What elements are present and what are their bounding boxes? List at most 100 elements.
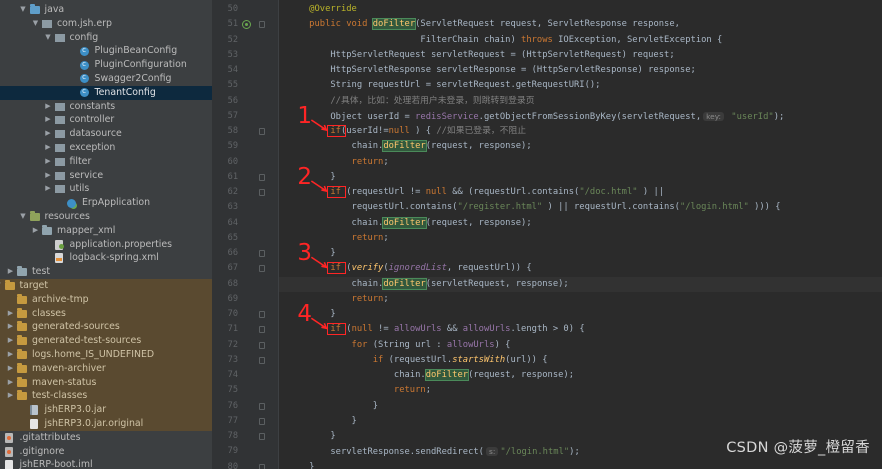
code-line[interactable]: if (requestUrl.startsWith(url)) { [279, 353, 882, 368]
tree-item-archive-tmp[interactable]: archive-tmp [0, 292, 212, 307]
tree-item-exception[interactable]: ▶ exception [0, 141, 212, 155]
chevron-down-icon[interactable]: ▼ [0, 279, 3, 293]
code-line[interactable]: FilterChain chain) throws IOException, S… [279, 33, 882, 48]
code-line[interactable]: chain.doFilter(request, response); [279, 216, 882, 231]
tree-item-pluginconfiguration[interactable]: PluginConfiguration [0, 58, 212, 72]
tree-item-swagger2config[interactable]: Swagger2Config [0, 71, 212, 86]
code-line[interactable]: return; [279, 383, 882, 398]
chevron-right-icon[interactable]: ▶ [6, 334, 15, 348]
code-line[interactable]: } [279, 414, 882, 429]
tree-item-datasource[interactable]: ▶ datasource [0, 127, 212, 141]
chevron-down-icon[interactable]: ▼ [31, 17, 40, 31]
tree-item-java[interactable]: ▼ java [0, 3, 212, 17]
chevron-right-icon[interactable]: ▶ [6, 348, 15, 362]
tree-item-gitattributes[interactable]: .gitattributes [0, 431, 212, 445]
chevron-right-icon[interactable]: ▶ [6, 389, 15, 403]
fold-marker-icon[interactable] [259, 402, 265, 410]
fold-marker-icon[interactable] [259, 21, 265, 29]
code-line[interactable]: } [279, 460, 882, 469]
tree-item-jsherp3-0-jar-original[interactable]: jshERP3.0.jar.original [0, 416, 212, 431]
tree-item-com-jsh-erp[interactable]: ▼ com.jsh.erp [0, 17, 212, 31]
tree-item-classes[interactable]: ▶ classes [0, 306, 212, 321]
tree-item-generated-sources[interactable]: ▶ generated-sources [0, 320, 212, 335]
fold-marker-icon[interactable] [259, 356, 265, 364]
chevron-right-icon[interactable]: ▶ [44, 169, 53, 183]
fold-marker-icon[interactable] [259, 417, 265, 425]
code-editor[interactable]: @Override public void doFilter(ServletRe… [279, 0, 882, 469]
chevron-right-icon[interactable]: ▶ [44, 155, 53, 169]
code-line[interactable]: } [279, 399, 882, 414]
fold-marker-icon[interactable] [259, 311, 265, 318]
code-line[interactable]: HttpServletResponse servletResponse = (H… [279, 63, 882, 78]
chevron-right-icon[interactable]: ▶ [44, 141, 53, 155]
tree-item-service[interactable]: ▶ service [0, 169, 212, 183]
tree-item-jsherp-boot-iml[interactable]: jshERP-boot.iml [0, 458, 212, 469]
tree-item-test-classes[interactable]: ▶ test-classes [0, 389, 212, 404]
chevron-right-icon[interactable]: ▶ [44, 100, 53, 114]
code-line[interactable]: if (verify(ignoredList, requestUrl)) { [279, 261, 882, 276]
fold-marker-icon[interactable] [259, 341, 265, 349]
code-line[interactable]: } [279, 246, 882, 261]
tree-item-erpapplication[interactable]: ErpApplication [0, 196, 212, 210]
chevron-right-icon[interactable]: ▶ [31, 224, 40, 238]
code-line[interactable]: if(userId!=null ) { //如果已登录，不阻止 [279, 124, 882, 139]
chevron-down-icon[interactable]: ▼ [44, 31, 53, 45]
code-line[interactable]: @Override [279, 2, 882, 17]
tree-item-jsherp3-0-jar[interactable]: jshERP3.0.jar [0, 403, 212, 417]
fold-marker-icon[interactable] [259, 173, 265, 181]
chevron-right-icon[interactable]: ▶ [6, 376, 15, 390]
code-line[interactable]: return; [279, 155, 882, 170]
tree-item-application-properties[interactable]: application.properties [0, 238, 212, 252]
tree-item-config[interactable]: ▼ config [0, 31, 212, 45]
tree-item-constants[interactable]: ▶ constants [0, 100, 212, 114]
code-line[interactable]: HttpServletRequest servletRequest = (Htt… [279, 48, 882, 63]
tree-item-maven-status[interactable]: ▶ maven-status [0, 375, 212, 390]
code-line[interactable]: return; [279, 231, 882, 246]
tree-item-gitignore[interactable]: .gitignore [0, 445, 212, 459]
fold-marker-icon[interactable] [259, 326, 265, 334]
code-line[interactable]: if (null != allowUrls && allowUrls.lengt… [279, 322, 882, 337]
code-line[interactable]: requestUrl.contains("/register.html" ) |… [279, 200, 882, 215]
fold-marker-icon[interactable] [259, 463, 265, 469]
tree-item-resources[interactable]: ▼ resources [0, 210, 212, 224]
tree-item-tenantconfig[interactable]: TenantConfig [0, 85, 212, 100]
chevron-right-icon[interactable]: ▶ [44, 127, 53, 141]
code-line[interactable]: //具体，比如：处理若用户未登录，则跳转到登录页 [279, 94, 882, 109]
tree-item-controller[interactable]: ▶ controller [0, 113, 212, 127]
code-line[interactable]: chain.doFilter(servletRequest, response)… [279, 276, 882, 292]
tree-item-filter[interactable]: ▶ filter [0, 155, 212, 169]
code-line[interactable]: chain.doFilter(request, response); [279, 368, 882, 383]
code-line[interactable]: for (String url : allowUrls) { [279, 338, 882, 353]
code-line[interactable]: if (requestUrl != null && (requestUrl.co… [279, 185, 882, 200]
tree-item-pluginbeanconfig[interactable]: PluginBeanConfig [0, 44, 212, 58]
fold-marker-icon[interactable] [259, 250, 265, 257]
code-line[interactable]: Object userId = redisService.getObjectFr… [279, 109, 882, 124]
tree-item-generated-test-sources[interactable]: ▶ generated-test-sources [0, 334, 212, 348]
override-method-icon[interactable] [242, 20, 251, 30]
code-line[interactable]: } [279, 170, 882, 185]
code-line[interactable]: chain.doFilter(request, response); [279, 139, 882, 154]
chevron-down-icon[interactable]: ▼ [19, 3, 28, 17]
code-line[interactable]: } [279, 307, 882, 322]
fold-marker-icon[interactable] [259, 265, 265, 273]
code-line[interactable]: return; [279, 292, 882, 307]
chevron-down-icon[interactable]: ▼ [19, 210, 28, 224]
tree-item-target[interactable]: ▼ target [0, 278, 212, 293]
tree-item-logs-home-is-undefined[interactable]: ▶ logs.home_IS_UNDEFINED [0, 347, 212, 362]
chevron-right-icon[interactable]: ▶ [6, 307, 15, 321]
tree-item-mapper-xml[interactable]: ▶ mapper_xml [0, 224, 212, 238]
tree-item-maven-archiver[interactable]: ▶ maven-archiver [0, 361, 212, 376]
chevron-right-icon[interactable]: ▶ [44, 182, 53, 196]
fold-marker-icon[interactable] [259, 128, 265, 135]
tree-item-logback-spring-xml[interactable]: logback-spring.xml [0, 251, 212, 265]
chevron-right-icon[interactable]: ▶ [44, 113, 53, 127]
fold-marker-icon[interactable] [259, 189, 265, 196]
tree-item-utils[interactable]: ▶ utils [0, 182, 212, 196]
chevron-right-icon[interactable]: ▶ [6, 320, 15, 334]
chevron-right-icon[interactable]: ▶ [6, 362, 15, 376]
fold-marker-icon[interactable] [259, 433, 265, 440]
tree-item-test[interactable]: ▶ test [0, 265, 212, 279]
code-line[interactable]: public void doFilter(ServletRequest requ… [279, 17, 882, 32]
chevron-right-icon[interactable]: ▶ [6, 265, 15, 279]
code-line[interactable]: String requestUrl = servletRequest.getRe… [279, 78, 882, 93]
